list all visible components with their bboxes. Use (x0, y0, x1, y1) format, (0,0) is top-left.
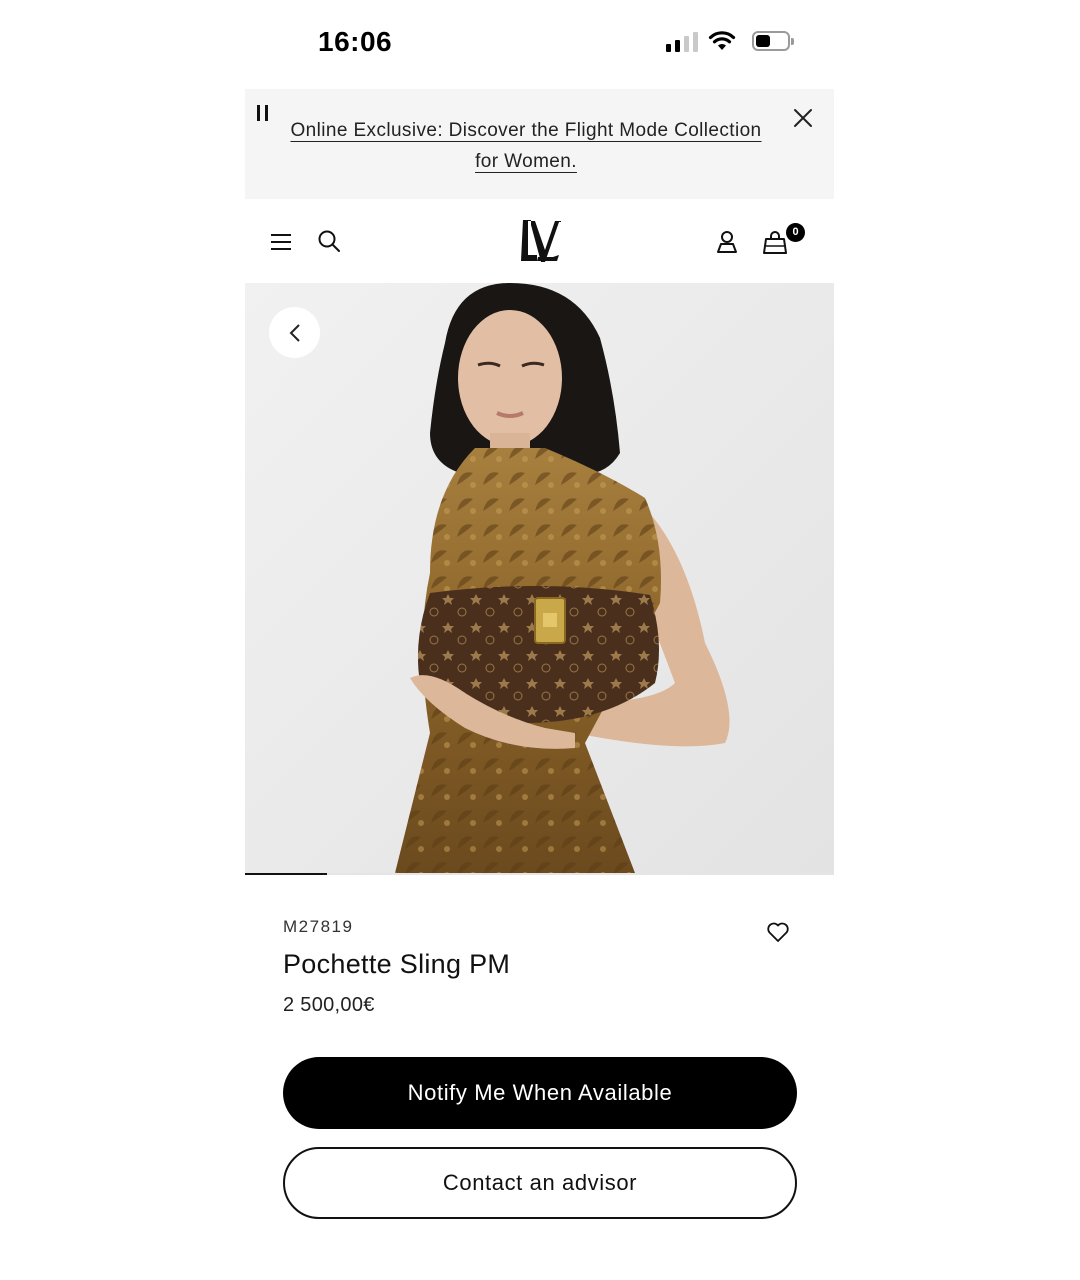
product-image[interactable] (245, 283, 834, 873)
notify-button[interactable]: Notify Me When Available (283, 1057, 797, 1129)
model-photo (245, 283, 834, 873)
battery-icon (752, 31, 794, 51)
product-name: Pochette Sling PM (283, 949, 511, 979)
promo-link[interactable]: Online Exclusive: Discover the Flight Mo… (281, 115, 771, 177)
cellular-signal-icon (666, 30, 698, 52)
search-icon[interactable] (317, 229, 341, 253)
pause-icon[interactable] (257, 105, 268, 121)
status-time: 16:06 (318, 26, 393, 57)
menu-icon[interactable] (270, 233, 292, 251)
bag-count-badge: 0 (786, 223, 805, 242)
promo-banner: Online Exclusive: Discover the Flight Mo… (245, 89, 834, 199)
shopping-bag-icon[interactable] (763, 229, 787, 255)
chevron-left-icon (289, 323, 300, 342)
product-price: 2 500,00€ (283, 994, 375, 1016)
status-icons (666, 30, 794, 52)
lv-logo[interactable] (517, 217, 563, 265)
header-nav: 0 (245, 199, 834, 283)
contact-advisor-button[interactable]: Contact an advisor (283, 1147, 797, 1219)
product-sku: M27819 (283, 917, 354, 936)
close-icon[interactable] (792, 107, 814, 129)
heart-icon[interactable] (766, 921, 790, 943)
product-info: M27819 Pochette Sling PM 2 500,00€ Notif… (245, 875, 834, 1235)
page: Online Exclusive: Discover the Flight Mo… (245, 89, 834, 1235)
wifi-icon (708, 31, 736, 50)
account-icon[interactable] (715, 229, 739, 253)
back-button[interactable] (269, 307, 320, 358)
